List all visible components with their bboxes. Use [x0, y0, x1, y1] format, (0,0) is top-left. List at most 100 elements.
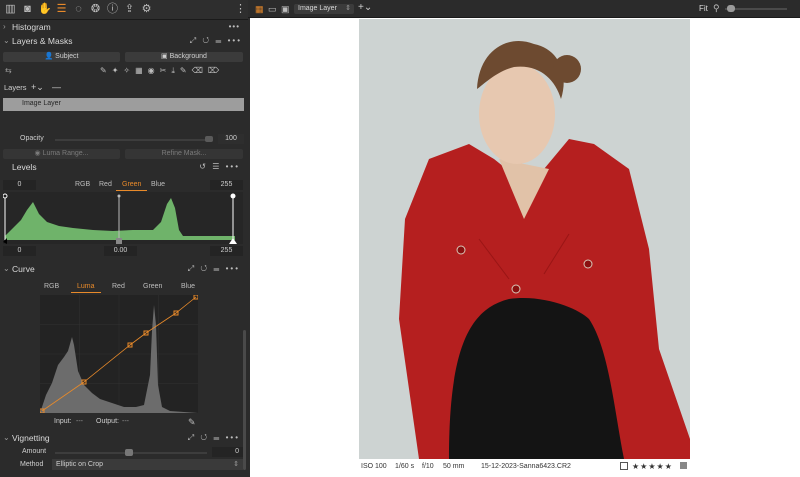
histogram-header[interactable]: › Histogram •••	[0, 20, 248, 34]
refine-mask-button[interactable]: Refine Mask...	[125, 149, 243, 159]
amount-value[interactable]: 0	[212, 447, 243, 457]
layer-row[interactable]: Image Layer	[3, 98, 244, 111]
curve-title: Curve	[12, 264, 35, 274]
opacity-label: Opacity	[20, 135, 44, 142]
multi-view-icon[interactable]: ▣	[281, 4, 290, 15]
chevron-down-icon: ⌄	[3, 36, 10, 45]
add-layer-icon[interactable]: +⌄	[358, 2, 372, 13]
background-label: Background	[169, 53, 207, 60]
image-viewer[interactable]	[250, 18, 800, 459]
layers-masks-header[interactable]: ⌄ Layers & Masks ⤢ ↺ ☰ •••	[0, 34, 248, 48]
export-icon[interactable]: ⇪	[123, 3, 136, 16]
layers-masks-title: Layers & Masks	[12, 36, 73, 46]
levels-tab-green[interactable]: Green	[115, 181, 149, 191]
curve-tab-red[interactable]: Red	[112, 283, 125, 290]
levels-header[interactable]: Levels ↺ ☰ •••	[0, 161, 248, 173]
layer-select[interactable]: Image Layer ⇕	[294, 4, 354, 14]
layers-label: Layers	[4, 83, 27, 92]
add-layer-icon[interactable]: +⌄	[31, 82, 44, 93]
swap-icon[interactable]: ⇆	[5, 66, 12, 75]
fit-label[interactable]: Fit	[699, 4, 708, 13]
method-label: Method	[20, 461, 44, 468]
subject-button[interactable]: 👤 Subject	[3, 52, 120, 62]
aperture-value: f/10	[422, 463, 434, 470]
curve-tab-luma[interactable]: Luma	[71, 283, 100, 293]
info-icon[interactable]: ⓘ	[106, 3, 119, 16]
levels-output-high[interactable]: 255	[210, 246, 243, 256]
curve-output-label: Output:	[96, 418, 119, 425]
status-bar: ISO 100 1/60 s f/10 50 mm 15-12-2023-San…	[250, 459, 800, 477]
zoom-handle[interactable]	[727, 5, 735, 12]
eyedropper-icon[interactable]: ✎	[188, 417, 196, 428]
luma-icon: ◉	[34, 150, 43, 157]
levels-gamma[interactable]: 0.00	[104, 246, 137, 256]
curve-actions[interactable]: ⤢ ↺ ☰ •••	[188, 262, 240, 276]
subject-label: Subject	[55, 53, 79, 60]
opacity-value[interactable]: 100	[218, 134, 244, 144]
vignetting-title: Vignetting	[12, 433, 50, 443]
tool-tabs-bar: ▥ ◙ ✋ ☰ ◌ ❂ ⓘ ⇪ ⚙ ⋮	[0, 0, 248, 20]
background-icon: ▣	[161, 53, 170, 60]
select-checkbox[interactable]	[620, 462, 628, 470]
luma-range-label: Luma Range...	[42, 150, 89, 157]
luma-range-button[interactable]: ◉ Luma Range...	[3, 149, 120, 159]
camera-icon[interactable]: ◙	[21, 3, 34, 16]
viewer-toolbar: ▦ ▭ ▣ Image Layer ⇕ +⌄ Fit ⚲	[248, 0, 800, 18]
library-icon[interactable]: ▥	[4, 3, 17, 16]
tool-panel: ▥ ◙ ✋ ☰ ◌ ❂ ⓘ ⇪ ⚙ ⋮ › Histogram ••• ⌄ La…	[0, 0, 248, 477]
levels-title: Levels	[12, 162, 37, 172]
amount-label: Amount	[22, 448, 47, 455]
curve-input-label: Input:	[54, 418, 72, 425]
method-value: Elliptic on Crop	[56, 461, 104, 468]
levels-input-low[interactable]: 0	[3, 180, 36, 190]
levels-histogram[interactable]	[3, 192, 243, 244]
levels-output-low[interactable]: 0	[3, 246, 36, 256]
select-arrows-icon: ⇕	[345, 5, 351, 12]
more-icon[interactable]: •••	[229, 20, 240, 34]
zoom-icon[interactable]: ⚲	[713, 3, 720, 14]
curve-input-value: ---	[76, 418, 83, 425]
adjustments-icon[interactable]: ☰	[55, 3, 68, 16]
panel-scrollbar[interactable]	[243, 330, 246, 470]
mask-tools[interactable]: ✎✦✧▦◉✂⤓✎⌫⌦	[100, 66, 224, 76]
chevron-down-icon: ⌄	[3, 264, 10, 273]
grid-view-icon[interactable]: ▦	[255, 4, 264, 15]
panel-actions[interactable]: ⤢ ↺ ☰ •••	[190, 34, 242, 48]
background-button[interactable]: ▣ Background	[125, 52, 243, 62]
chevron-down-icon: ⌄	[3, 433, 10, 442]
levels-tab-red[interactable]: Red	[99, 181, 112, 188]
histogram-title: Histogram	[12, 22, 51, 32]
focal-value: 50 mm	[443, 463, 465, 470]
curve-tab-blue[interactable]: Blue	[181, 283, 195, 290]
amount-handle[interactable]	[125, 449, 133, 456]
levels-tab-blue[interactable]: Blue	[151, 181, 165, 188]
levels-input-high[interactable]: 255	[210, 180, 243, 190]
opacity-handle[interactable]	[205, 136, 213, 142]
curve-editor[interactable]	[40, 295, 198, 413]
single-view-icon[interactable]: ▭	[268, 4, 277, 15]
color-tag[interactable]	[680, 462, 687, 469]
rating-stars[interactable]: ★★★★★	[632, 462, 673, 471]
vignetting-header[interactable]: ⌄ Vignetting ⤢ ↺ ☰ •••	[0, 431, 248, 445]
iso-value: ISO 100	[361, 463, 387, 470]
curve-output-value: ---	[122, 418, 129, 425]
settings-icon[interactable]: ⚙	[140, 3, 153, 16]
remove-layer-icon[interactable]: —	[52, 82, 61, 92]
styles-icon[interactable]: ❂	[89, 3, 102, 16]
photo[interactable]	[359, 19, 690, 459]
more-vertical-icon[interactable]: ⋮	[234, 3, 247, 16]
hand-icon[interactable]: ✋	[38, 3, 52, 16]
color-wheel-icon[interactable]: ◌	[72, 3, 85, 16]
vignetting-actions[interactable]: ⤢ ↺ ☰ •••	[188, 431, 240, 445]
layer-name: Image Layer	[22, 100, 61, 107]
filename: 15-12-2023-Sanna6423.CR2	[481, 463, 571, 470]
levels-tab-rgb[interactable]: RGB	[75, 181, 90, 188]
shutter-value: 1/60 s	[395, 463, 415, 470]
chevron-right-icon: ›	[3, 22, 6, 31]
curve-tab-green[interactable]: Green	[143, 283, 162, 290]
curve-tab-rgb[interactable]: RGB	[44, 283, 59, 290]
method-select[interactable]: Elliptic on Crop ⇕	[52, 459, 243, 470]
curve-header[interactable]: ⌄ Curve ⤢ ↺ ☰ •••	[0, 262, 248, 276]
opacity-slider[interactable]	[55, 139, 210, 141]
levels-actions[interactable]: ↺ ☰ •••	[199, 161, 240, 173]
